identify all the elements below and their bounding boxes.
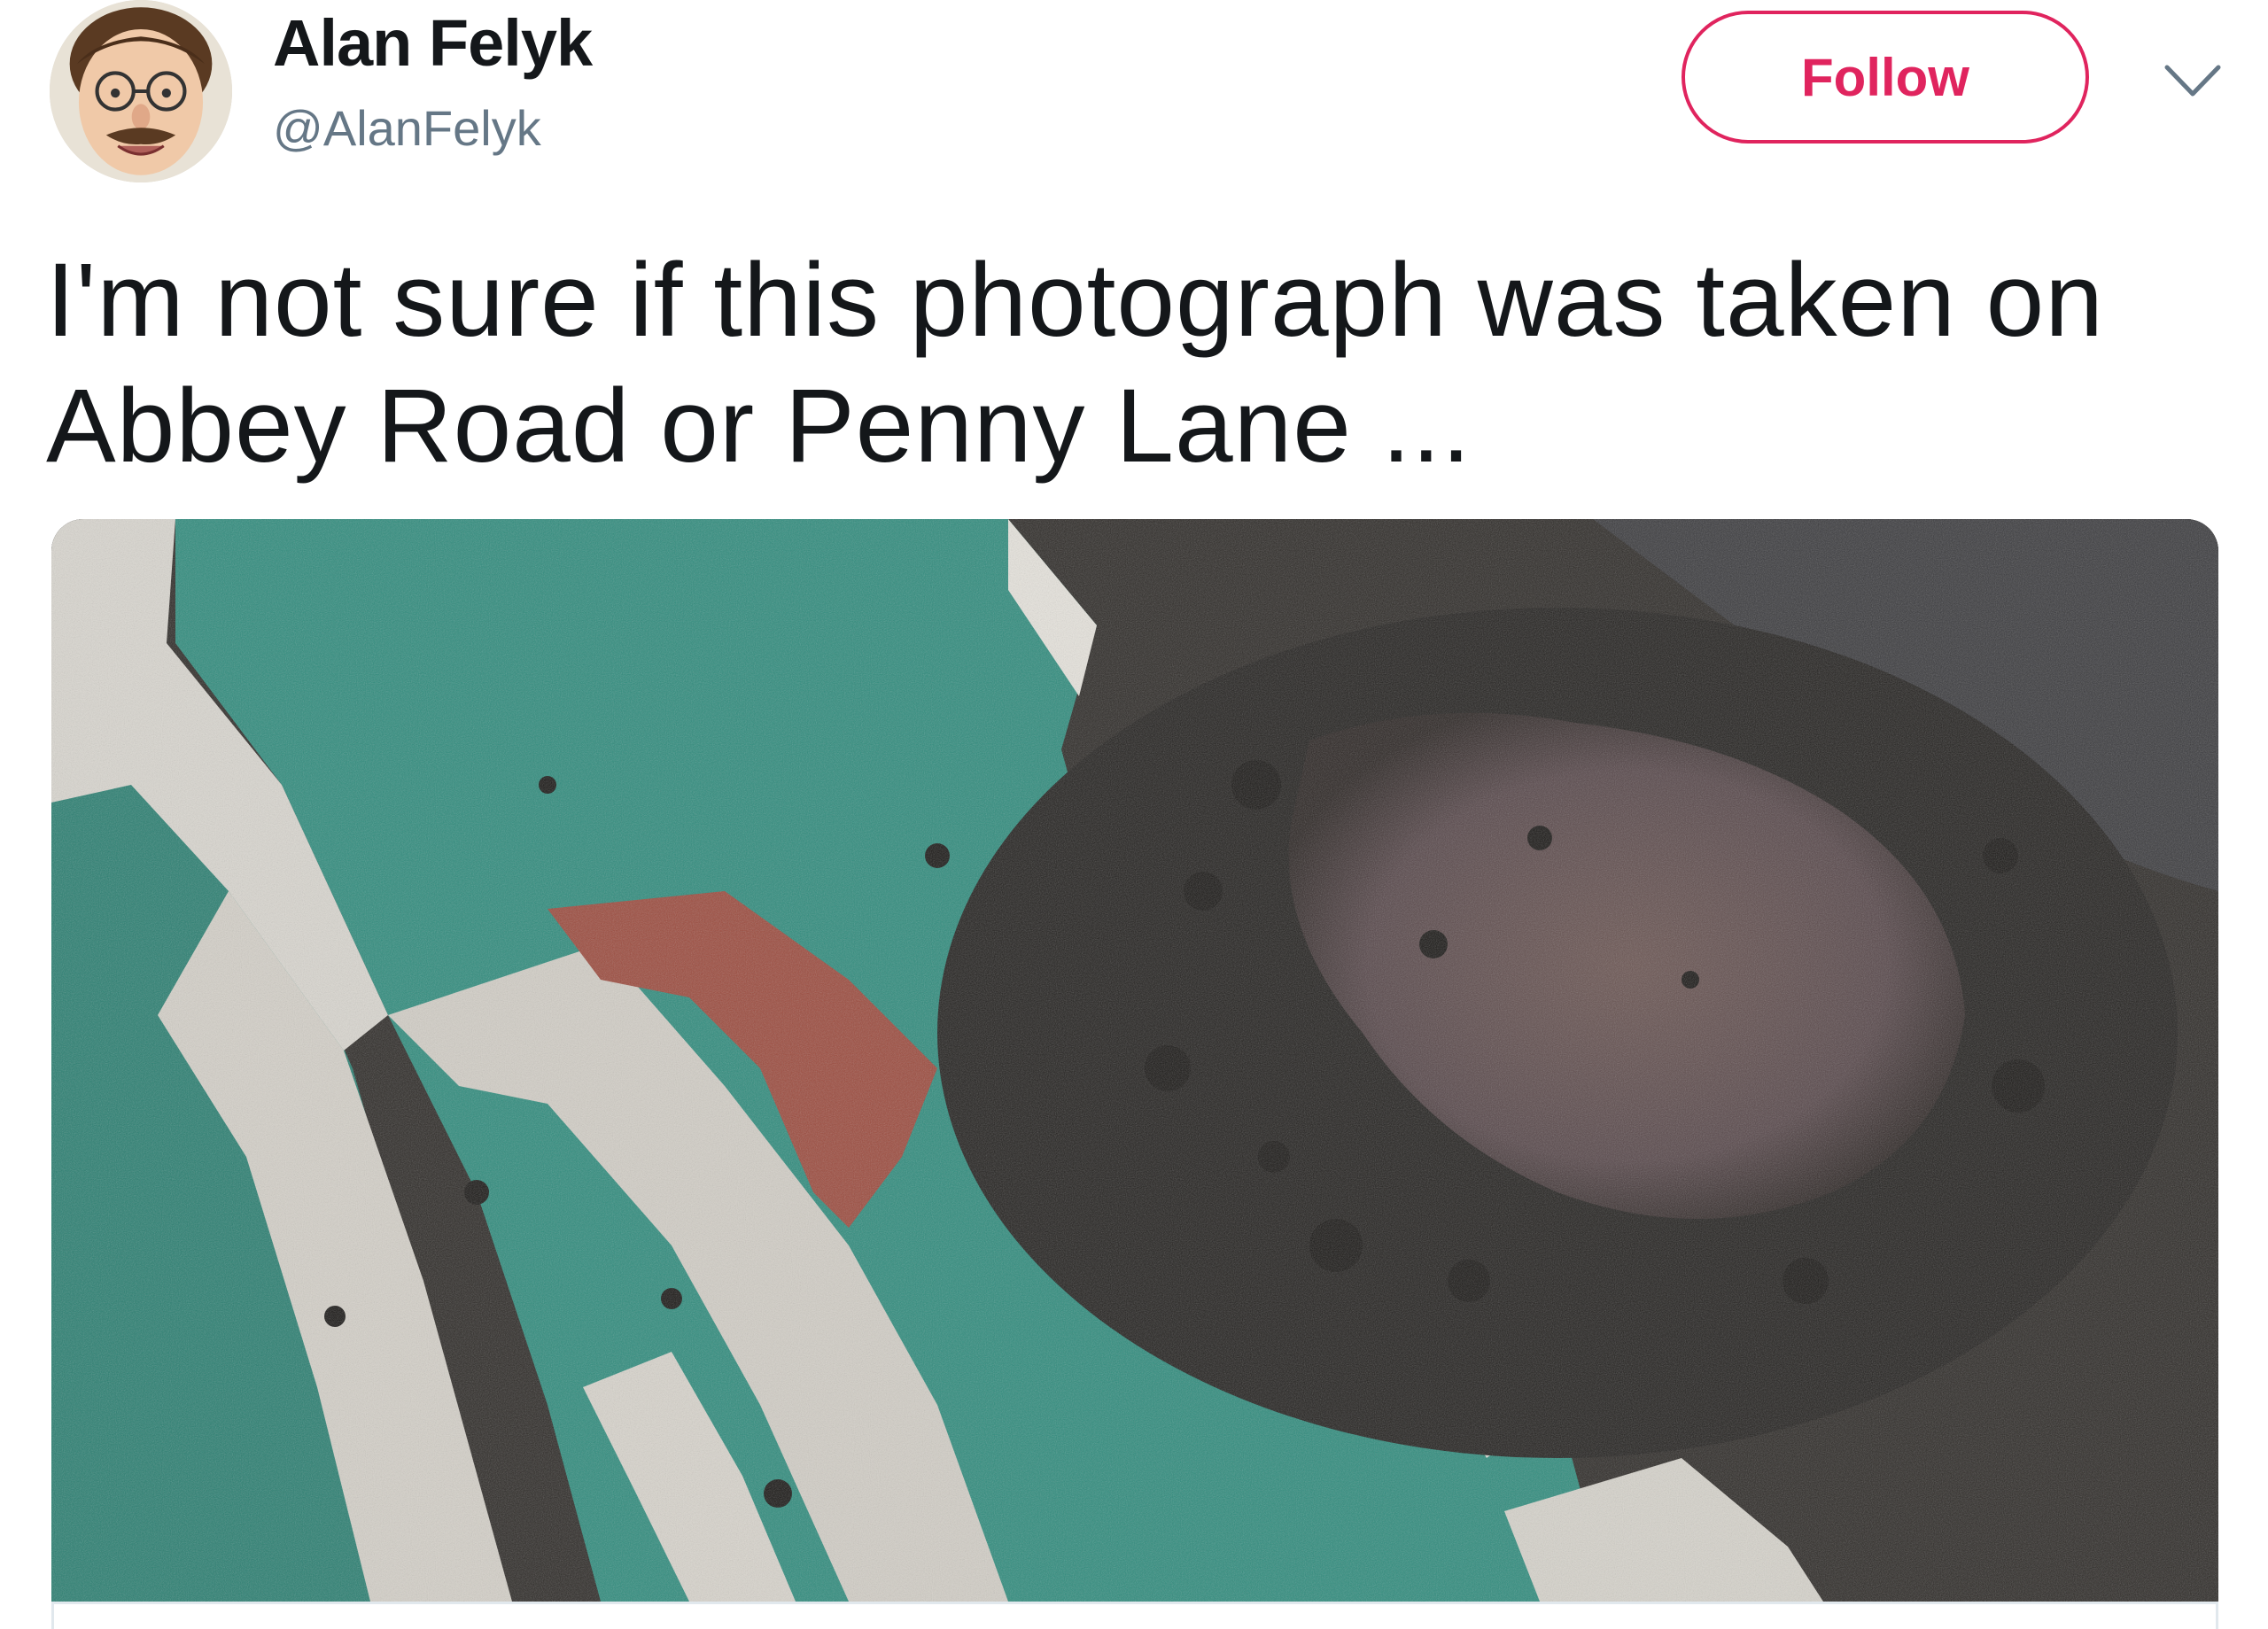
author-handle[interactable]: @AlanFelyk [273,99,541,157]
tweet-photo[interactable] [51,519,2218,1602]
card-footer-border [51,1602,2218,1629]
tweet: Alan Felyk @AlanFelyk Follow I'm not sur… [0,0,2268,1629]
tweet-text: I'm not sure if this photograph was take… [46,242,2104,485]
author-display-name[interactable]: Alan Felyk [273,5,593,81]
follow-button[interactable]: Follow [1682,11,2089,144]
user-avatar-icon [50,0,232,182]
avatar[interactable] [50,0,232,182]
chevron-down-icon [2164,65,2221,97]
more-options-button[interactable] [2162,58,2224,103]
pothole-crosswalk-photo [51,519,2218,1602]
